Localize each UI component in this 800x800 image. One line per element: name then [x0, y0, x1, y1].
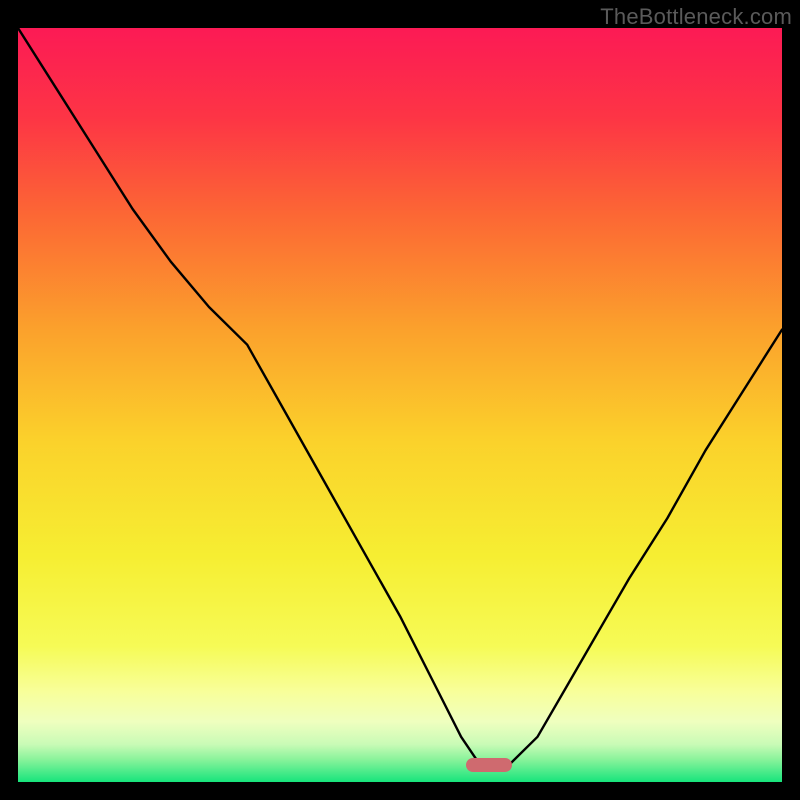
optimum-marker-pill	[466, 758, 512, 772]
plot-area	[18, 28, 782, 782]
optimum-marker	[466, 758, 512, 772]
chart-frame: TheBottleneck.com	[0, 0, 800, 800]
bottleneck-curve	[18, 28, 782, 782]
watermark-text: TheBottleneck.com	[600, 4, 792, 30]
